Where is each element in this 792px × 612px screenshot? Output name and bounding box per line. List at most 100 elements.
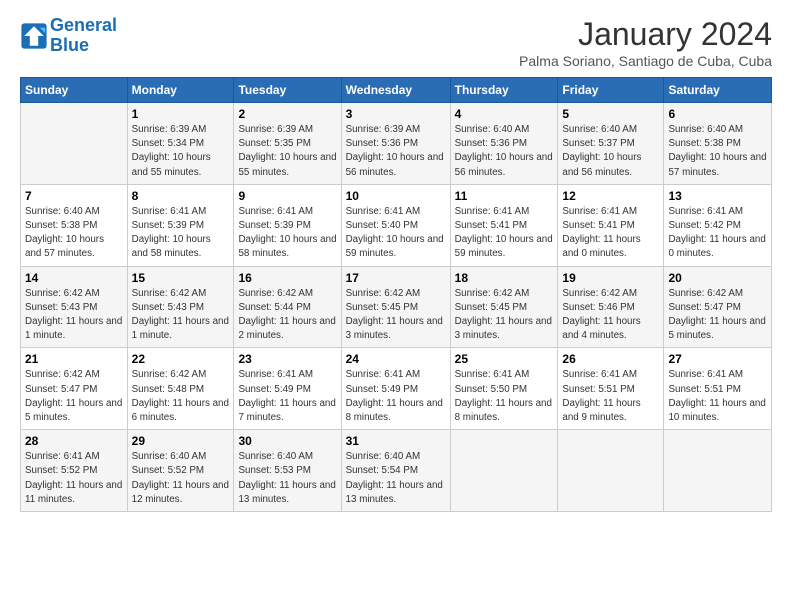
day-info: Sunrise: 6:41 AM Sunset: 5:50 PM Dayligh… bbox=[455, 368, 554, 425]
day-number: 30 bbox=[238, 434, 336, 448]
day-cell: 28 Sunrise: 6:41 AM Sunset: 5:52 PM Dayli… bbox=[21, 430, 128, 512]
day-info: Sunrise: 6:39 AM Sunset: 5:36 PM Dayligh… bbox=[346, 123, 446, 180]
logo-icon bbox=[20, 22, 48, 50]
day-number: 22 bbox=[132, 352, 230, 366]
day-number: 13 bbox=[668, 189, 767, 203]
day-cell bbox=[664, 430, 772, 512]
day-cell: 20Sunrise: 6:42 AM Sunset: 5:47 PM Dayli… bbox=[664, 266, 772, 348]
day-number: 2 bbox=[238, 107, 336, 121]
day-cell: 30 Sunrise: 6:40 AM Sunset: 5:53 PM Dayli… bbox=[234, 430, 341, 512]
day-info: Sunrise: 6:42 AM Sunset: 5:45 PM Dayligh… bbox=[455, 287, 554, 344]
day-number: 23 bbox=[238, 352, 336, 366]
week-row: 28 Sunrise: 6:41 AM Sunset: 5:52 PM Dayli… bbox=[21, 430, 772, 512]
day-info: Sunrise: 6:41 AM Sunset: 5:52 PM Dayligh… bbox=[25, 450, 123, 507]
day-cell: 14 Sunrise: 6:42 AM Sunset: 5:43 PM Dayli… bbox=[21, 266, 128, 348]
day-cell: 10 Sunrise: 6:41 AM Sunset: 5:40 PM Dayli… bbox=[341, 184, 450, 266]
day-number: 1 bbox=[132, 107, 230, 121]
day-cell: 11Sunrise: 6:41 AM Sunset: 5:41 PM Dayli… bbox=[450, 184, 558, 266]
week-row: 7Sunrise: 6:40 AM Sunset: 5:38 PM Daylig… bbox=[21, 184, 772, 266]
day-info: Sunrise: 6:41 AM Sunset: 5:51 PM Dayligh… bbox=[562, 368, 659, 425]
logo-line1: General bbox=[50, 15, 117, 35]
day-cell bbox=[450, 430, 558, 512]
week-row: 14 Sunrise: 6:42 AM Sunset: 5:43 PM Dayli… bbox=[21, 266, 772, 348]
day-info: Sunrise: 6:42 AM Sunset: 5:46 PM Dayligh… bbox=[562, 287, 659, 344]
day-cell: 24 Sunrise: 6:41 AM Sunset: 5:49 PM Dayli… bbox=[341, 348, 450, 430]
header-cell: Thursday bbox=[450, 78, 558, 103]
header-cell: Wednesday bbox=[341, 78, 450, 103]
day-cell: 15Sunrise: 6:42 AM Sunset: 5:43 PM Dayli… bbox=[127, 266, 234, 348]
day-info: Sunrise: 6:41 AM Sunset: 5:49 PM Dayligh… bbox=[346, 368, 446, 425]
logo-line2: Blue bbox=[50, 35, 89, 55]
day-number: 8 bbox=[132, 189, 230, 203]
day-number: 17 bbox=[346, 271, 446, 285]
header: General Blue January 2024 Palma Soriano,… bbox=[20, 16, 772, 69]
day-cell: 12Sunrise: 6:41 AM Sunset: 5:41 PM Dayli… bbox=[558, 184, 664, 266]
day-info: Sunrise: 6:41 AM Sunset: 5:49 PM Dayligh… bbox=[238, 368, 336, 425]
day-number: 26 bbox=[562, 352, 659, 366]
day-info: Sunrise: 6:41 AM Sunset: 5:51 PM Dayligh… bbox=[668, 368, 767, 425]
week-row: 21 Sunrise: 6:42 AM Sunset: 5:47 PM Dayli… bbox=[21, 348, 772, 430]
day-cell: 13Sunrise: 6:41 AM Sunset: 5:42 PM Dayli… bbox=[664, 184, 772, 266]
day-cell: 18 Sunrise: 6:42 AM Sunset: 5:45 PM Dayli… bbox=[450, 266, 558, 348]
day-number: 20 bbox=[668, 271, 767, 285]
day-info: Sunrise: 6:40 AM Sunset: 5:53 PM Dayligh… bbox=[238, 450, 336, 507]
day-cell: 25 Sunrise: 6:41 AM Sunset: 5:50 PM Dayli… bbox=[450, 348, 558, 430]
day-info: Sunrise: 6:42 AM Sunset: 5:43 PM Dayligh… bbox=[132, 287, 230, 344]
day-cell: 4Sunrise: 6:40 AM Sunset: 5:36 PM Daylig… bbox=[450, 103, 558, 185]
logo: General Blue bbox=[20, 16, 117, 56]
day-cell: 6Sunrise: 6:40 AM Sunset: 5:38 PM Daylig… bbox=[664, 103, 772, 185]
day-info: Sunrise: 6:39 AM Sunset: 5:34 PM Dayligh… bbox=[132, 123, 230, 180]
day-info: Sunrise: 6:40 AM Sunset: 5:54 PM Dayligh… bbox=[346, 450, 446, 507]
day-info: Sunrise: 6:39 AM Sunset: 5:35 PM Dayligh… bbox=[238, 123, 336, 180]
header-row: SundayMondayTuesdayWednesdayThursdayFrid… bbox=[21, 78, 772, 103]
day-cell: 29Sunrise: 6:40 AM Sunset: 5:52 PM Dayli… bbox=[127, 430, 234, 512]
day-info: Sunrise: 6:42 AM Sunset: 5:45 PM Dayligh… bbox=[346, 287, 446, 344]
day-info: Sunrise: 6:40 AM Sunset: 5:52 PM Dayligh… bbox=[132, 450, 230, 507]
day-cell: 17 Sunrise: 6:42 AM Sunset: 5:45 PM Dayli… bbox=[341, 266, 450, 348]
day-cell: 5Sunrise: 6:40 AM Sunset: 5:37 PM Daylig… bbox=[558, 103, 664, 185]
day-cell: 3 Sunrise: 6:39 AM Sunset: 5:36 PM Daylig… bbox=[341, 103, 450, 185]
day-cell: 31Sunrise: 6:40 AM Sunset: 5:54 PM Dayli… bbox=[341, 430, 450, 512]
day-number: 28 bbox=[25, 434, 123, 448]
day-cell bbox=[558, 430, 664, 512]
calendar-table: SundayMondayTuesdayWednesdayThursdayFrid… bbox=[20, 77, 772, 512]
day-cell: 8 Sunrise: 6:41 AM Sunset: 5:39 PM Daylig… bbox=[127, 184, 234, 266]
header-cell: Tuesday bbox=[234, 78, 341, 103]
logo-text: General Blue bbox=[50, 16, 117, 56]
day-info: Sunrise: 6:41 AM Sunset: 5:41 PM Dayligh… bbox=[562, 205, 659, 262]
day-info: Sunrise: 6:41 AM Sunset: 5:40 PM Dayligh… bbox=[346, 205, 446, 262]
week-row: 1 Sunrise: 6:39 AM Sunset: 5:34 PM Daylig… bbox=[21, 103, 772, 185]
day-number: 3 bbox=[346, 107, 446, 121]
day-info: Sunrise: 6:41 AM Sunset: 5:39 PM Dayligh… bbox=[132, 205, 230, 262]
day-number: 5 bbox=[562, 107, 659, 121]
day-cell: 23 Sunrise: 6:41 AM Sunset: 5:49 PM Dayli… bbox=[234, 348, 341, 430]
day-cell: 26 Sunrise: 6:41 AM Sunset: 5:51 PM Dayli… bbox=[558, 348, 664, 430]
day-number: 14 bbox=[25, 271, 123, 285]
day-number: 21 bbox=[25, 352, 123, 366]
day-number: 6 bbox=[668, 107, 767, 121]
day-number: 16 bbox=[238, 271, 336, 285]
day-info: Sunrise: 6:40 AM Sunset: 5:38 PM Dayligh… bbox=[25, 205, 123, 262]
day-cell: 9Sunrise: 6:41 AM Sunset: 5:39 PM Daylig… bbox=[234, 184, 341, 266]
day-info: Sunrise: 6:42 AM Sunset: 5:47 PM Dayligh… bbox=[25, 368, 123, 425]
day-number: 18 bbox=[455, 271, 554, 285]
day-number: 24 bbox=[346, 352, 446, 366]
day-number: 9 bbox=[238, 189, 336, 203]
day-number: 19 bbox=[562, 271, 659, 285]
header-cell: Monday bbox=[127, 78, 234, 103]
day-number: 25 bbox=[455, 352, 554, 366]
day-cell: 16 Sunrise: 6:42 AM Sunset: 5:44 PM Dayli… bbox=[234, 266, 341, 348]
day-info: Sunrise: 6:42 AM Sunset: 5:43 PM Dayligh… bbox=[25, 287, 123, 344]
day-cell: 1 Sunrise: 6:39 AM Sunset: 5:34 PM Daylig… bbox=[127, 103, 234, 185]
day-info: Sunrise: 6:42 AM Sunset: 5:44 PM Dayligh… bbox=[238, 287, 336, 344]
header-cell: Friday bbox=[558, 78, 664, 103]
day-number: 10 bbox=[346, 189, 446, 203]
day-number: 4 bbox=[455, 107, 554, 121]
day-number: 27 bbox=[668, 352, 767, 366]
day-cell: 27 Sunrise: 6:41 AM Sunset: 5:51 PM Dayli… bbox=[664, 348, 772, 430]
title-block: January 2024 Palma Soriano, Santiago de … bbox=[519, 16, 772, 69]
page: General Blue January 2024 Palma Soriano,… bbox=[0, 0, 792, 522]
header-cell: Sunday bbox=[21, 78, 128, 103]
day-info: Sunrise: 6:42 AM Sunset: 5:48 PM Dayligh… bbox=[132, 368, 230, 425]
day-cell: 21 Sunrise: 6:42 AM Sunset: 5:47 PM Dayli… bbox=[21, 348, 128, 430]
